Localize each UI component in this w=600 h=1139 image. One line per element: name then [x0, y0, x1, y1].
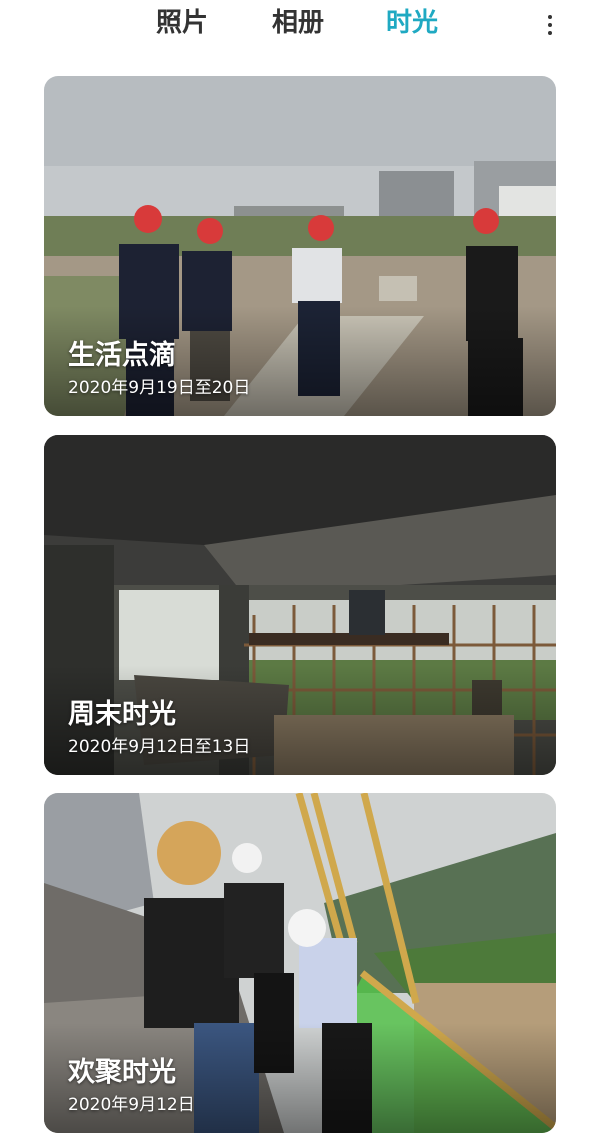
moment-date: 2020年9月19日至20日 [68, 378, 251, 398]
moment-date: 2020年9月12日至13日 [68, 737, 251, 757]
moment-title: 欢聚时光 [68, 1057, 176, 1088]
moment-title: 生活点滴 [68, 340, 176, 371]
more-vertical-icon[interactable] [538, 6, 562, 40]
tab-moments[interactable]: 时光 [386, 6, 438, 40]
moment-card[interactable]: 欢聚时光 2020年9月12日 [44, 793, 556, 1133]
top-tab-bar: 照片 相册 时光 [0, 0, 600, 52]
moment-card[interactable]: 周末时光 2020年9月12日至13日 [44, 435, 556, 775]
moment-date: 2020年9月12日 [68, 1095, 195, 1115]
moment-title: 周末时光 [68, 699, 176, 730]
tab-photos[interactable]: 照片 [156, 6, 208, 40]
moment-card[interactable]: 生活点滴 2020年9月19日至20日 [44, 76, 556, 416]
tab-albums[interactable]: 相册 [272, 6, 324, 40]
